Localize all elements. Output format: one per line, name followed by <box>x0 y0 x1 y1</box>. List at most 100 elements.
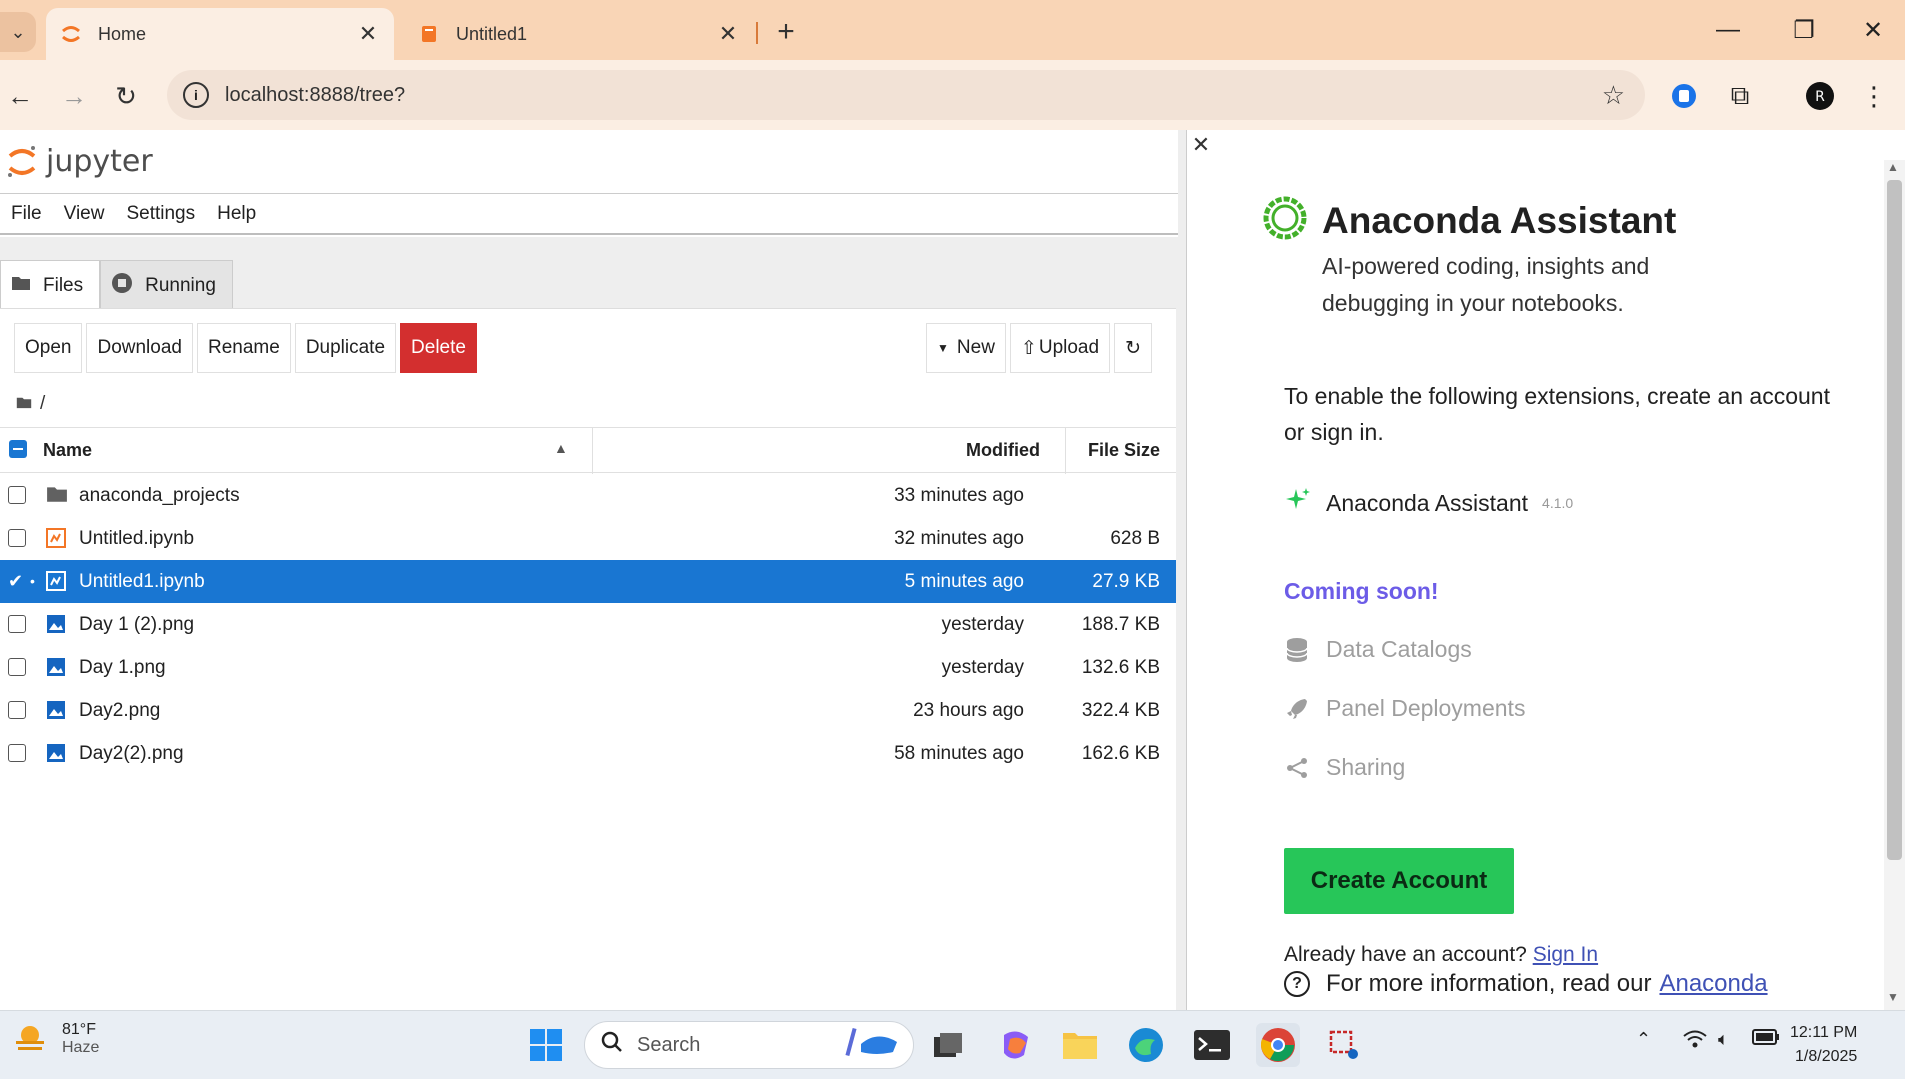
file-size: 322.4 KB <box>1081 700 1160 721</box>
menu-file[interactable]: File <box>0 203 53 225</box>
folder-icon <box>11 275 31 297</box>
image-file-icon <box>46 614 68 634</box>
upcoming-sharing: Sharing <box>1284 754 1405 781</box>
new-tab-button[interactable]: + <box>768 14 804 50</box>
tab-separator <box>756 22 758 44</box>
upload-icon: ⇧ <box>1020 337 1037 359</box>
refresh-button[interactable]: ↻ <box>1114 323 1152 373</box>
assistant-subtitle: AI-powered coding, insights and debuggin… <box>1322 253 1650 316</box>
assistant-scrollbar[interactable]: ▲ ▼ <box>1884 160 1905 1010</box>
wifi-icon[interactable] <box>1682 1029 1708 1054</box>
more-label: For more information, read our <box>1326 970 1652 997</box>
scroll-down-icon[interactable]: ▼ <box>1887 990 1899 1004</box>
column-divider <box>1065 428 1066 474</box>
download-button[interactable]: Download <box>86 323 193 373</box>
scrollbar-thumb[interactable] <box>1887 180 1902 860</box>
anaconda-docs-link[interactable]: Anaconda <box>1659 970 1767 998</box>
taskbar-clock[interactable]: 12:11 PM 1/8/2025 <box>1790 1021 1857 1069</box>
address-bar[interactable]: i localhost:8888/tree? ☆ <box>167 70 1645 120</box>
delete-button[interactable]: Delete <box>400 323 477 373</box>
copilot-icon[interactable] <box>994 1023 1038 1067</box>
select-all-checkbox[interactable] <box>9 440 27 458</box>
row-checkbox[interactable] <box>8 615 26 633</box>
open-button[interactable]: Open <box>14 323 83 373</box>
bookmark-star-icon[interactable]: ☆ <box>1602 80 1625 111</box>
file-size: 188.7 KB <box>1081 614 1160 635</box>
start-button[interactable] <box>524 1023 568 1067</box>
file-row[interactable]: Day 1 (2).png yesterday 188.7 KB <box>0 603 1176 646</box>
scroll-up-icon[interactable]: ▲ <box>1887 160 1899 174</box>
rocket-icon <box>1284 697 1310 721</box>
browser-menu-icon[interactable]: ⋮ <box>1856 78 1892 114</box>
more-info-text: ? For more information, read our Anacond… <box>1284 970 1768 998</box>
file-row-selected[interactable]: ✔ • Untitled1.ipynb 5 minutes ago 27.9 K… <box>0 560 1176 603</box>
close-window-button[interactable]: ✕ <box>1845 10 1901 50</box>
jupyter-logo-icon <box>8 145 36 177</box>
extension-name: Anaconda Assistant <box>1326 489 1529 516</box>
row-checkbox-checked[interactable]: ✔ <box>8 572 26 590</box>
tab-search-button[interactable]: ⌄ <box>0 12 36 52</box>
home-folder-icon[interactable] <box>16 393 32 415</box>
forward-button[interactable]: → <box>54 76 94 116</box>
panel-splitter[interactable] <box>1178 130 1186 1010</box>
file-row[interactable]: anaconda_projects 33 minutes ago <box>0 474 1176 517</box>
close-assistant-icon[interactable]: ✕ <box>1186 130 1216 160</box>
row-checkbox[interactable] <box>8 486 26 504</box>
chrome-browser-icon[interactable] <box>1256 1023 1300 1067</box>
tab-title: Untitled1 <box>456 23 528 44</box>
duplicate-button[interactable]: Duplicate <box>294 323 397 373</box>
new-button[interactable]: ▼ New <box>926 323 1006 373</box>
menu-settings[interactable]: Settings <box>115 203 206 225</box>
browser-tab-home[interactable]: Home ✕ <box>46 8 394 60</box>
volume-icon[interactable]: 🔈︎ <box>1718 1029 1729 1050</box>
task-view-icon[interactable] <box>926 1023 970 1067</box>
extension-icon[interactable] <box>1666 78 1702 114</box>
file-modified: 23 hours ago <box>913 700 1024 721</box>
reload-button[interactable]: ↻ <box>106 76 146 116</box>
tray-overflow-icon[interactable]: ⌃ <box>1636 1029 1651 1050</box>
browser-tab-untitled1[interactable]: Untitled1 ✕ <box>404 8 754 60</box>
snipping-tool-icon[interactable] <box>1322 1023 1366 1067</box>
column-name[interactable]: Name <box>43 440 92 461</box>
terminal-icon[interactable] <box>1190 1023 1234 1067</box>
tab-close-icon[interactable]: ✕ <box>714 21 742 47</box>
row-checkbox[interactable] <box>8 529 26 547</box>
restore-button[interactable]: ❐ <box>1776 10 1832 50</box>
profile-avatar[interactable]: R <box>1802 78 1838 114</box>
back-button[interactable]: ← <box>0 76 40 116</box>
upload-button[interactable]: ⇧ Upload <box>1009 323 1111 373</box>
jupyter-favicon-icon <box>60 23 82 45</box>
row-checkbox[interactable] <box>8 658 26 676</box>
column-divider <box>592 428 593 474</box>
rename-button[interactable]: Rename <box>196 323 291 373</box>
file-row[interactable]: Day2.png 23 hours ago 322.4 KB <box>0 689 1176 732</box>
file-row[interactable]: Day2(2).png 58 minutes ago 162.6 KB <box>0 732 1176 775</box>
file-explorer-icon[interactable] <box>1058 1023 1102 1067</box>
menu-help[interactable]: Help <box>206 203 267 225</box>
coming-soon-heading: Coming soon! <box>1284 578 1439 604</box>
file-list-header: Name ▲ Modified File Size <box>0 427 1176 474</box>
url-text[interactable]: localhost:8888/tree? <box>225 84 1602 107</box>
site-info-icon[interactable]: i <box>183 82 209 108</box>
taskbar-search[interactable]: Search <box>584 1021 914 1069</box>
battery-icon[interactable] <box>1752 1029 1780 1050</box>
minimize-button[interactable]: — <box>1700 10 1756 50</box>
menu-view[interactable]: View <box>53 203 116 225</box>
tab-files[interactable]: Files <box>0 260 101 310</box>
column-file-size[interactable]: File Size <box>1088 440 1160 461</box>
row-checkbox[interactable] <box>8 744 26 762</box>
jupyter-header: jupyter <box>0 130 1186 194</box>
tab-close-icon[interactable]: ✕ <box>354 21 382 47</box>
sign-in-link[interactable]: Sign In <box>1533 943 1598 966</box>
edge-browser-icon[interactable] <box>1124 1023 1168 1067</box>
extensions-puzzle-icon[interactable]: ⧉ <box>1722 78 1758 114</box>
column-modified[interactable]: Modified <box>966 440 1040 461</box>
file-row[interactable]: Day 1.png yesterday 132.6 KB <box>0 646 1176 689</box>
create-account-button[interactable]: Create Account <box>1284 848 1514 914</box>
row-checkbox[interactable] <box>8 701 26 719</box>
tab-running[interactable]: Running <box>100 260 233 310</box>
breadcrumb-root[interactable]: / <box>40 393 45 415</box>
image-file-icon <box>46 657 68 677</box>
file-row[interactable]: Untitled.ipynb 32 minutes ago 628 B <box>0 517 1176 560</box>
weather-widget[interactable]: 81°F Haze <box>12 1021 99 1057</box>
